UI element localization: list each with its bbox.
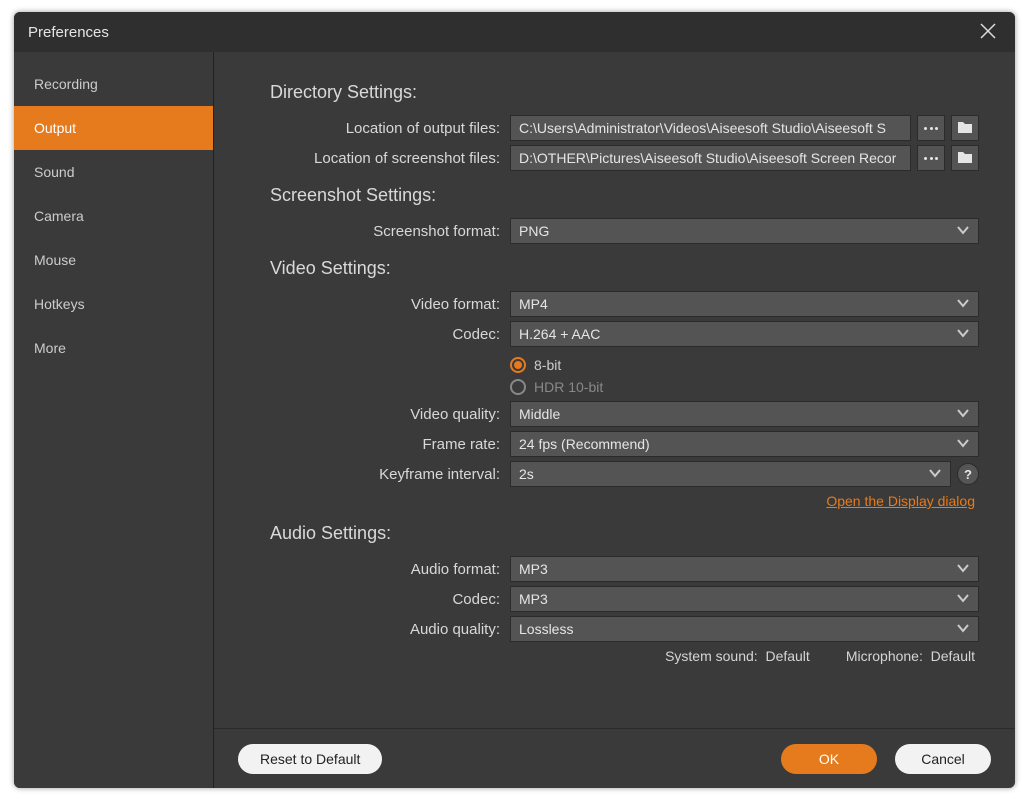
radio-hdr-10-bit[interactable]: HDR 10-bit [510,379,603,395]
chevron-down-icon [956,406,970,423]
audio-format-select[interactable]: MP3 [510,556,979,582]
sidebar-item-label: Sound [34,164,74,180]
label-frame-rate: Frame rate: [270,436,500,453]
sidebar-item-recording[interactable]: Recording [14,62,213,106]
row-audio-format: Audio format: MP3 [270,556,979,582]
row-audio-quality: Audio quality: Lossless [270,616,979,642]
sidebar-item-label: Camera [34,208,84,224]
row-keyframe-interval: Keyframe interval: 2s ? [270,461,979,487]
ellipsis-icon [924,157,938,160]
question-icon: ? [964,467,972,482]
reset-to-default-button[interactable]: Reset to Default [238,744,382,774]
screenshot-location-field[interactable]: D:\OTHER\Pictures\Aiseesoft Studio\Aisee… [510,145,911,171]
bit-depth-radios: 8-bit HDR 10-bit [510,351,603,397]
row-screenshot-location: Location of screenshot files: D:\OTHER\P… [270,145,979,171]
sidebar-item-hotkeys[interactable]: Hotkeys [14,282,213,326]
label-output-location: Location of output files: [270,120,500,137]
section-title-directory: Directory Settings: [270,82,979,103]
body: Recording Output Sound Camera Mouse Hotk… [14,52,1015,788]
chevron-down-icon [956,591,970,608]
audio-status-line: System sound: Default Microphone: Defaul… [270,648,979,664]
chevron-down-icon [956,561,970,578]
radio-label: 8-bit [534,357,561,373]
microphone-value: Default [931,648,975,664]
chevron-down-icon [956,326,970,343]
keyframe-help-button[interactable]: ? [957,463,979,485]
footer: Reset to Default OK Cancel [214,728,1015,788]
folder-icon [957,150,973,167]
label-video-format: Video format: [270,296,500,313]
screenshot-location-browse-button[interactable] [917,145,945,171]
output-location-open-folder-button[interactable] [951,115,979,141]
label-audio-quality: Audio quality: [270,621,500,638]
row-video-quality: Video quality: Middle [270,401,979,427]
row-output-location: Location of output files: C:\Users\Admin… [270,115,979,141]
video-codec-select[interactable]: H.264 + AAC [510,321,979,347]
row-display-link: Open the Display dialog [270,493,975,509]
row-video-format: Video format: MP4 [270,291,979,317]
radio-8-bit[interactable]: 8-bit [510,357,603,373]
content[interactable]: Directory Settings: Location of output f… [214,52,1015,728]
output-location-field[interactable]: C:\Users\Administrator\Videos\Aiseesoft … [510,115,911,141]
chevron-down-icon [956,436,970,453]
content-wrap: Directory Settings: Location of output f… [214,52,1015,788]
system-sound-value: Default [765,648,809,664]
chevron-down-icon [956,621,970,638]
sidebar-item-label: More [34,340,66,356]
section-title-video: Video Settings: [270,258,979,279]
label-video-quality: Video quality: [270,406,500,423]
audio-quality-select[interactable]: Lossless [510,616,979,642]
row-frame-rate: Frame rate: 24 fps (Recommend) [270,431,979,457]
label-keyframe-interval: Keyframe interval: [270,466,500,483]
window-title: Preferences [28,24,109,41]
label-video-codec: Codec: [270,326,500,343]
row-video-codec: Codec: H.264 + AAC [270,321,979,347]
close-button[interactable] [975,19,1001,45]
section-title-audio: Audio Settings: [270,523,979,544]
ok-button[interactable]: OK [781,744,877,774]
sidebar-item-label: Recording [34,76,98,92]
section-title-screenshot: Screenshot Settings: [270,185,979,206]
preferences-window: Preferences Recording Output Sound Camer… [14,12,1015,788]
frame-rate-select[interactable]: 24 fps (Recommend) [510,431,979,457]
label-audio-codec: Codec: [270,591,500,608]
screenshot-format-select[interactable]: PNG [510,218,979,244]
row-bit-depth: 8-bit HDR 10-bit [270,351,979,397]
close-icon [979,22,997,43]
chevron-down-icon [956,296,970,313]
system-sound-label: System sound: [665,648,758,664]
screenshot-location-open-folder-button[interactable] [951,145,979,171]
video-quality-select[interactable]: Middle [510,401,979,427]
sidebar: Recording Output Sound Camera Mouse Hotk… [14,52,214,788]
radio-icon [510,379,526,395]
label-screenshot-location: Location of screenshot files: [270,150,500,167]
sidebar-item-mouse[interactable]: Mouse [14,238,213,282]
row-audio-codec: Codec: MP3 [270,586,979,612]
audio-codec-select[interactable]: MP3 [510,586,979,612]
cancel-button[interactable]: Cancel [895,744,991,774]
sidebar-item-camera[interactable]: Camera [14,194,213,238]
radio-label: HDR 10-bit [534,379,603,395]
video-format-select[interactable]: MP4 [510,291,979,317]
row-screenshot-format: Screenshot format: PNG [270,218,979,244]
keyframe-interval-select[interactable]: 2s [510,461,951,487]
chevron-down-icon [956,223,970,240]
sidebar-item-more[interactable]: More [14,326,213,370]
folder-icon [957,120,973,137]
sidebar-item-label: Output [34,120,76,136]
sidebar-item-label: Mouse [34,252,76,268]
label-audio-format: Audio format: [270,561,500,578]
microphone-label: Microphone: [846,648,923,664]
label-screenshot-format: Screenshot format: [270,223,500,240]
sidebar-item-label: Hotkeys [34,296,85,312]
radio-icon [510,357,526,373]
output-location-browse-button[interactable] [917,115,945,141]
open-display-dialog-link[interactable]: Open the Display dialog [826,493,975,509]
chevron-down-icon [928,466,942,483]
ellipsis-icon [924,127,938,130]
titlebar: Preferences [14,12,1015,52]
sidebar-item-output[interactable]: Output [14,106,213,150]
sidebar-item-sound[interactable]: Sound [14,150,213,194]
